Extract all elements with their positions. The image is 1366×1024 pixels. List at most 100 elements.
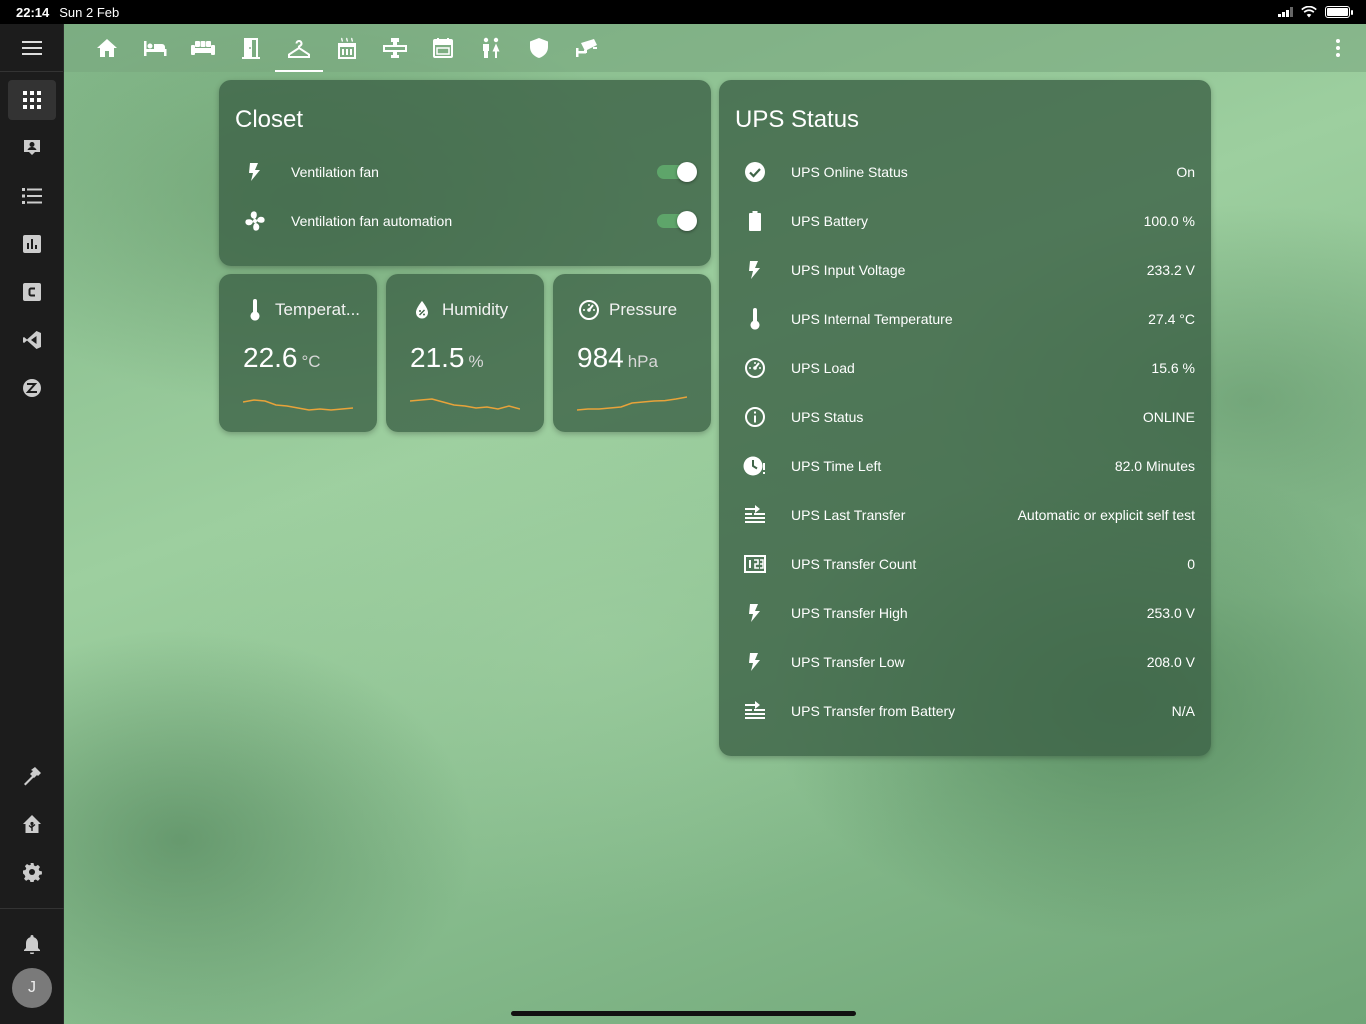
flash-icon <box>249 163 260 181</box>
entity-row-ups-transfer-low[interactable]: UPS Transfer Low 208.0 V <box>735 642 1195 682</box>
sidebar-item-zigbee[interactable] <box>8 368 56 408</box>
tab-living-room[interactable] <box>179 24 227 72</box>
card-title: Closet <box>235 106 304 133</box>
sidebar-item-map[interactable] <box>8 128 56 168</box>
gauge-icon <box>579 300 599 320</box>
sensor-name: Pressure <box>609 300 678 319</box>
sensor-unit: % <box>468 352 484 371</box>
temperature-card[interactable]: Temperat... 22.6 °C <box>219 274 377 432</box>
sensor-value: 22.6 <box>243 342 298 373</box>
entity-row-ventilation-fan-automation[interactable]: Ventilation fan automation <box>235 201 697 241</box>
sidebar-item-supervisor[interactable] <box>8 804 56 844</box>
entity-row-ups-last-transfer[interactable]: UPS Last Transfer Automatic or explicit … <box>735 495 1195 535</box>
tab-calendar[interactable] <box>419 24 467 72</box>
home-indicator[interactable] <box>511 1011 856 1016</box>
humidity-card[interactable]: Humidity 21.5% <box>386 274 544 432</box>
hammer-icon <box>24 767 41 786</box>
home-icon <box>97 39 117 57</box>
tab-security[interactable] <box>515 24 563 72</box>
tab-closet[interactable] <box>275 24 323 72</box>
entity-name: UPS Transfer Count <box>791 556 917 572</box>
pressure-card[interactable]: Pressure 984 hPa <box>553 274 711 432</box>
list-icon <box>22 188 42 204</box>
status-bar: 22:14 Sun 2 Feb <box>0 0 1366 24</box>
overflow-menu-button[interactable] <box>1326 36 1350 60</box>
bed-icon <box>144 41 167 56</box>
sidebar-item-settings[interactable] <box>8 852 56 892</box>
card-title: UPS Status <box>735 106 860 133</box>
humidity-sparkline <box>410 398 520 410</box>
user-initial: J <box>28 979 36 996</box>
entity-row-ventilation-fan[interactable]: Ventilation fan <box>235 152 697 192</box>
sofa-icon <box>191 41 215 55</box>
sidebar: J <box>0 24 64 1024</box>
sensor-value: 984 <box>577 342 624 373</box>
entity-name: UPS Input Voltage <box>791 262 906 278</box>
entity-row-ups-transfer-count[interactable]: UPS Transfer Count 0 <box>735 544 1195 584</box>
tab-bathroom[interactable] <box>467 24 515 72</box>
sensor-name: Humidity <box>442 300 509 319</box>
battery-icon <box>749 211 761 231</box>
bell-icon <box>24 935 40 954</box>
sidebar-item-history[interactable] <box>8 224 56 264</box>
entity-row-ups-load[interactable]: UPS Load 15.6 % <box>735 348 1195 388</box>
tab-kitchen[interactable] <box>323 24 371 72</box>
check-circle-icon <box>745 162 765 182</box>
ventilation-fan-automation-toggle[interactable] <box>657 211 697 231</box>
stove-icon <box>338 37 356 59</box>
wifi-icon <box>1301 6 1317 18</box>
entity-value: 0 <box>1187 556 1195 572</box>
c-box-icon <box>23 283 41 301</box>
pipe-icon <box>383 38 407 58</box>
entity-row-ups-transfer-high[interactable]: UPS Transfer High 253.0 V <box>735 593 1195 633</box>
water-icon <box>416 301 428 319</box>
clock-alert-icon <box>743 456 765 476</box>
sidebar-item-esphome[interactable] <box>8 272 56 312</box>
sparkline-path <box>243 399 353 411</box>
sensor-unit: hPa <box>627 352 658 371</box>
entity-row-ups-time-left[interactable]: UPS Time Left 82.0 Minutes <box>735 446 1195 486</box>
avatar[interactable]: J <box>12 968 52 1008</box>
entity-value: 27.4 °C <box>1148 311 1195 327</box>
tab-cameras[interactable] <box>563 24 611 72</box>
entity-row-ups-input-voltage[interactable]: UPS Input Voltage 233.2 V <box>735 250 1195 290</box>
sidebar-item-vscode[interactable] <box>8 320 56 360</box>
entity-value: 253.0 V <box>1146 605 1195 621</box>
fan-icon <box>245 211 265 231</box>
sidebar-item-developer-tools[interactable] <box>8 756 56 796</box>
tab-utility[interactable] <box>371 24 419 72</box>
menu-icon[interactable] <box>21 40 42 56</box>
entity-value: 233.2 V <box>1146 262 1195 278</box>
entity-value: 100.0 % <box>1143 213 1195 229</box>
entity-row-ups-battery[interactable]: UPS Battery 100.0 % <box>735 201 1195 241</box>
tab-bedroom[interactable] <box>131 24 179 72</box>
counter-icon <box>744 555 766 573</box>
gear-icon <box>23 863 42 882</box>
home-assistant-icon <box>23 815 41 833</box>
temperature-sparkline <box>243 399 353 411</box>
entity-name: UPS Transfer High <box>791 605 908 621</box>
sensor-value: 21.5 <box>410 342 465 373</box>
zigbee-icon <box>23 379 41 397</box>
flash-icon <box>749 604 760 622</box>
battery-status-icon <box>1325 6 1353 18</box>
transfer-icon <box>745 701 765 719</box>
entity-row-ups-transfer-from-battery[interactable]: UPS Transfer from Battery N/A <box>735 691 1195 731</box>
entity-value: 15.6 % <box>1151 360 1195 376</box>
tab-door[interactable] <box>227 24 275 72</box>
bar-chart-icon <box>23 235 41 253</box>
shield-icon <box>530 38 548 58</box>
sensor-unit: °C <box>301 352 321 371</box>
ventilation-fan-toggle[interactable] <box>657 162 697 182</box>
entity-row-ups-online-status[interactable]: UPS Online Status On <box>735 152 1195 192</box>
entity-row-ups-status[interactable]: UPS Status ONLINE <box>735 397 1195 437</box>
cell-signal-icon <box>1278 7 1293 17</box>
sidebar-item-logbook[interactable] <box>8 176 56 216</box>
entity-name: UPS Transfer from Battery <box>791 703 956 719</box>
entity-value: 82.0 Minutes <box>1114 458 1195 474</box>
cctv-icon <box>576 39 597 57</box>
sidebar-item-notifications[interactable] <box>8 924 56 964</box>
tab-home[interactable] <box>83 24 131 72</box>
sidebar-item-overview[interactable] <box>8 80 56 120</box>
entity-row-ups-internal-temperature[interactable]: UPS Internal Temperature 27.4 °C <box>735 299 1195 339</box>
